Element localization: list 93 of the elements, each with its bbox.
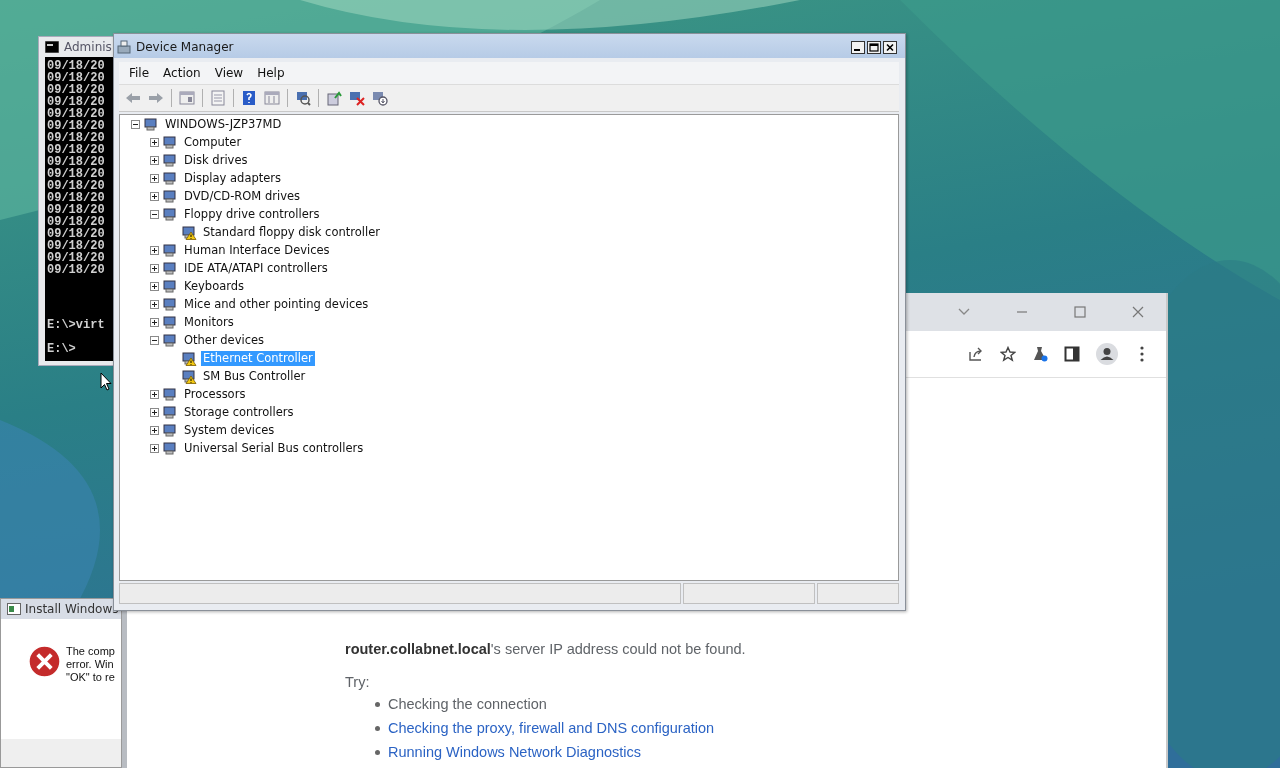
console-line: 09/18/20 — [47, 72, 105, 84]
tree-item[interactable]: DVD/CD-ROM drives — [182, 188, 302, 204]
menu-item[interactable]: File — [129, 66, 150, 80]
uninstall-icon[interactable] — [349, 90, 365, 106]
console-line: 09/18/20 — [47, 192, 105, 204]
tree-item[interactable]: Display adapters — [182, 170, 284, 186]
console-line: 09/18/20 — [47, 240, 105, 252]
console-line: 09/18/20 — [47, 108, 105, 120]
bullet-icon — [375, 749, 380, 755]
tree-item[interactable]: Standard floppy disk controller — [201, 224, 382, 240]
suggestion-link[interactable]: Running Windows Network Diagnostics — [388, 743, 642, 761]
console-line: 09/18/20 — [47, 60, 105, 72]
help-icon[interactable] — [241, 90, 257, 106]
expand-icon[interactable] — [150, 281, 159, 291]
tree-item[interactable]: Keyboards — [182, 278, 247, 294]
console-line: 09/18/20 — [47, 96, 105, 108]
maximize-button[interactable] — [867, 40, 881, 54]
console-line: E:\>virt — [47, 319, 105, 331]
star-icon[interactable] — [1000, 346, 1016, 362]
console-line: 09/18/20 — [47, 168, 105, 180]
expand-icon[interactable] — [150, 425, 159, 435]
suggestion-text: Checking the connection — [388, 695, 547, 713]
more-menu-icon[interactable] — [1140, 346, 1144, 362]
console-icon — [45, 41, 59, 53]
console-line: 09/18/20 — [47, 264, 105, 276]
console-line: 09/18/20 — [47, 252, 105, 264]
bullet-icon — [375, 701, 380, 707]
error-icon — [28, 645, 61, 678]
scan-icon[interactable] — [295, 90, 311, 106]
mouse-cursor-icon — [100, 372, 112, 391]
message-text: "OK" to re — [66, 671, 115, 684]
disable-icon[interactable] — [372, 90, 388, 106]
console-line: 09/18/20 — [47, 132, 105, 144]
collapse-icon[interactable] — [150, 335, 159, 345]
collapse-icon[interactable] — [131, 119, 140, 129]
tree-item[interactable]: Floppy drive controllers — [182, 206, 322, 222]
share-icon[interactable] — [968, 346, 984, 362]
expand-icon[interactable] — [150, 191, 159, 201]
menu-item[interactable]: Action — [163, 66, 201, 80]
menu-item[interactable]: View — [214, 66, 244, 80]
tree-item[interactable]: Universal Serial Bus controllers — [182, 440, 366, 456]
expand-icon[interactable] — [150, 299, 159, 309]
expand-icon[interactable] — [150, 245, 159, 255]
console-line: 09/18/20 — [47, 144, 105, 156]
console-line: 09/18/20 — [47, 120, 105, 132]
suggestion-link[interactable]: Checking the proxy, firewall and DNS configuration — [388, 719, 715, 737]
device-manager-icon — [116, 39, 132, 55]
tree-item[interactable]: Processors — [182, 386, 248, 402]
message-text: The comp — [66, 645, 115, 658]
expand-icon[interactable] — [150, 317, 159, 327]
tree-item[interactable]: Other devices — [182, 332, 267, 348]
bullet-icon — [375, 725, 380, 731]
flask-icon[interactable] — [1032, 346, 1048, 362]
expand-icon[interactable] — [150, 263, 159, 273]
tree-item[interactable]: Disk drives — [182, 152, 250, 168]
try-label: Try: — [345, 674, 370, 690]
window-title: Adminis — [64, 40, 112, 54]
window-icon — [7, 603, 21, 615]
message-text: error. Win — [66, 658, 114, 671]
tree-item[interactable]: Mice and other pointing devices — [182, 296, 371, 312]
menu-item[interactable]: Help — [257, 66, 285, 80]
expand-icon[interactable] — [150, 389, 159, 399]
close-icon[interactable] — [1132, 306, 1144, 318]
expand-icon[interactable] — [150, 407, 159, 417]
sidebar-icon[interactable] — [1064, 346, 1080, 362]
tree-item[interactable]: WINDOWS-JZP37MD — [163, 116, 284, 132]
collapse-icon[interactable] — [150, 209, 159, 219]
window-title: Device Manager — [136, 40, 235, 54]
expand-icon[interactable] — [150, 137, 159, 147]
console-line: 09/18/20 — [47, 156, 105, 168]
console-line: 09/18/20 — [47, 180, 105, 192]
console-line: 09/18/20 — [47, 228, 105, 240]
tree-item[interactable]: System devices — [182, 422, 277, 438]
tree-item[interactable]: Storage controllers — [182, 404, 296, 420]
tree-item[interactable]: Computer — [182, 134, 244, 150]
maximize-icon[interactable] — [1074, 306, 1086, 318]
expand-icon[interactable] — [150, 155, 159, 165]
minimize-button[interactable] — [851, 40, 865, 54]
avatar-icon[interactable] — [1096, 343, 1118, 365]
console-line: 09/18/20 — [47, 216, 105, 228]
update-icon[interactable] — [326, 90, 342, 106]
window-icon[interactable] — [179, 90, 195, 106]
error-message: router.collabnet.local's server IP address could not be found. — [345, 641, 746, 657]
console-line: 09/18/20 — [47, 204, 105, 216]
expand-icon[interactable] — [150, 173, 159, 183]
expand-icon[interactable] — [150, 443, 159, 453]
tree-item[interactable]: Human Interface Devices — [182, 242, 332, 258]
console-line: E:\> — [47, 343, 76, 355]
tree-item[interactable]: SM Bus Controller — [201, 368, 308, 384]
close-button[interactable] — [883, 40, 897, 54]
tree-item[interactable]: Monitors — [182, 314, 236, 330]
console-line: 09/18/20 — [47, 84, 105, 96]
tree-item[interactable]: IDE ATA/ATAPI controllers — [182, 260, 330, 276]
